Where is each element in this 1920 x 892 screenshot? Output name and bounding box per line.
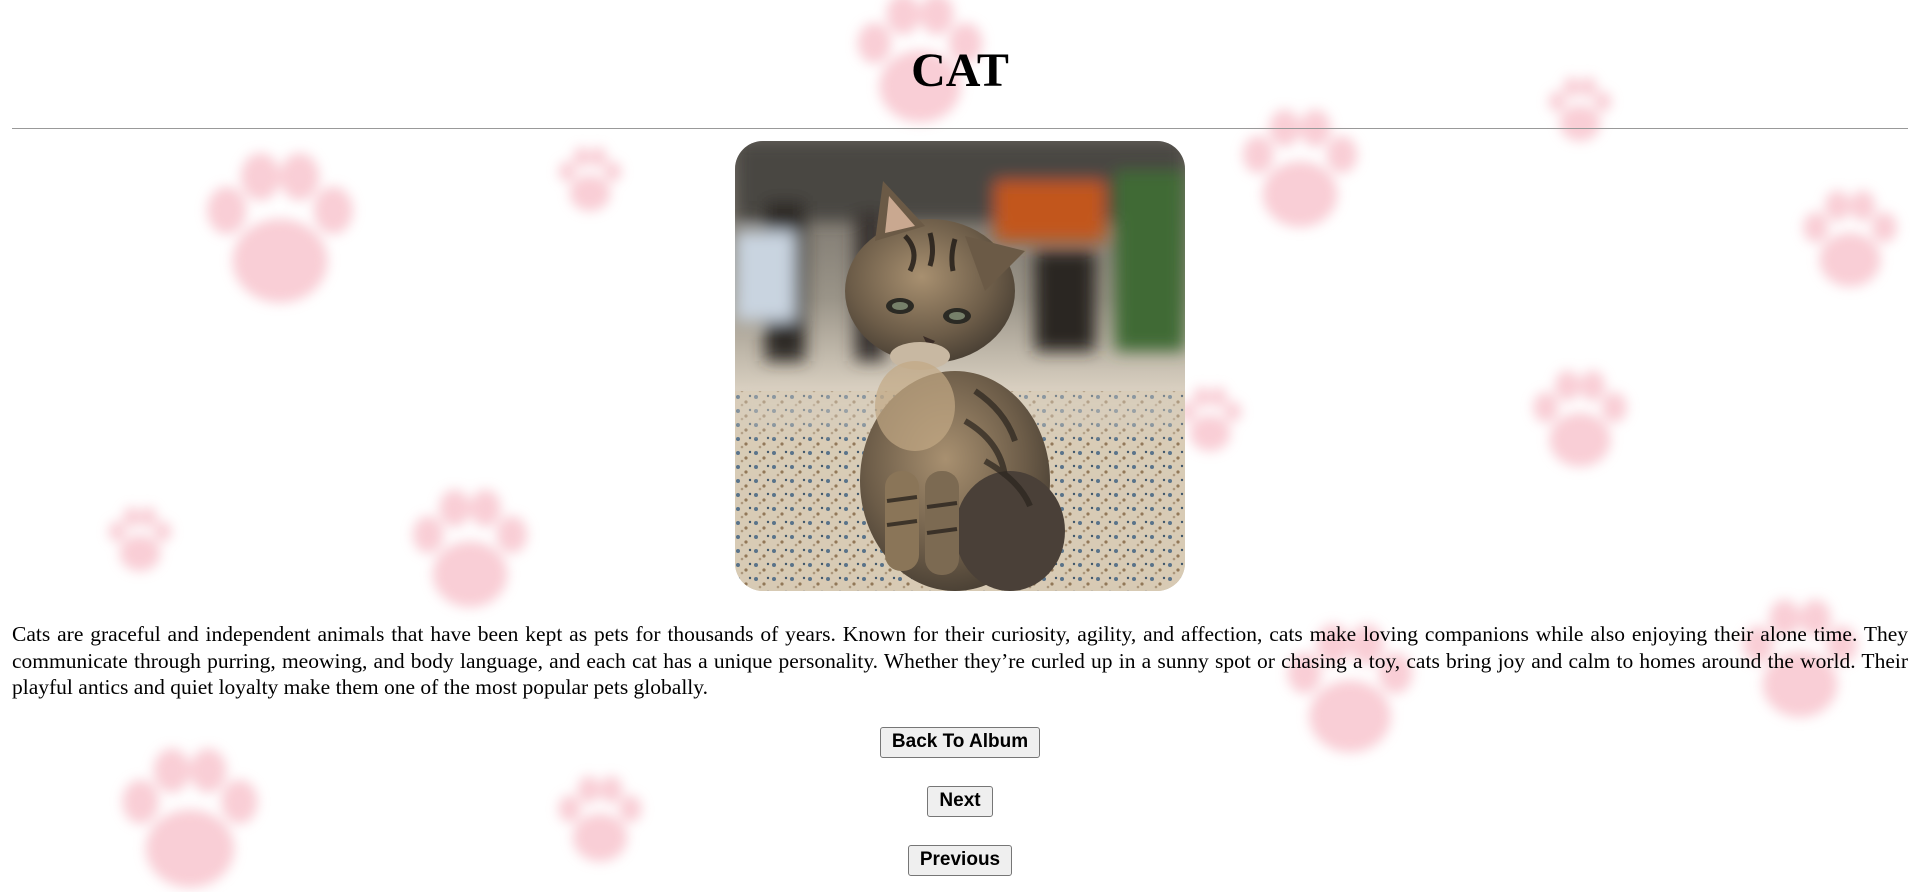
next-button-row: Next (12, 785, 1908, 817)
title-divider (12, 128, 1908, 129)
previous-button-row: Previous (12, 844, 1908, 876)
cat-photo (735, 141, 1185, 591)
previous-button[interactable]: Previous (907, 844, 1013, 876)
main-content: CAT Cats are graceful and independent an… (0, 0, 1920, 876)
page: CAT Cats are graceful and independent an… (0, 0, 1920, 892)
page-title: CAT (911, 44, 1009, 97)
photo-container (12, 141, 1908, 591)
back-button-row: Back To Album (12, 726, 1908, 758)
back-to-album-button[interactable]: Back To Album (879, 726, 1041, 758)
cat-description: Cats are graceful and independent animal… (12, 622, 1908, 699)
next-button[interactable]: Next (927, 785, 993, 817)
